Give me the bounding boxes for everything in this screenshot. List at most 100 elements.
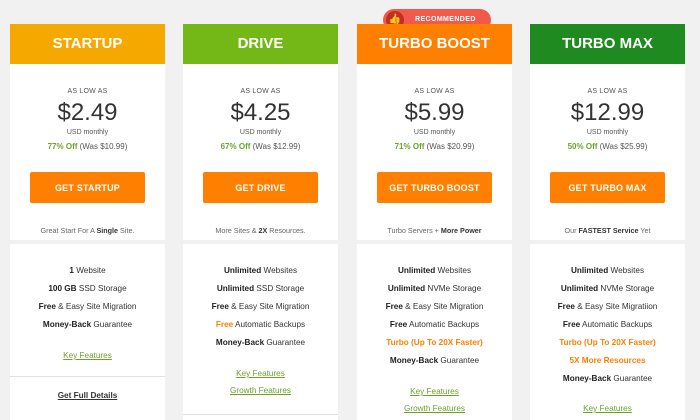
plan-features-drive: Unlimited Websites Unlimited SSD Storage… xyxy=(183,244,338,420)
was-price: (Was $25.99) xyxy=(599,142,648,151)
feature-highlight: Turbo (Up To 20X Faster) xyxy=(559,338,656,347)
tagline-bold: Single xyxy=(96,226,119,235)
growth-features-link[interactable]: Growth Features xyxy=(183,386,338,395)
discount-line: 77% Off (Was $10.99) xyxy=(10,142,165,151)
feature-item: Free Automatic Backups xyxy=(530,320,685,329)
plan-pricing: AS LOW AS $5.99 USD monthly 71% Off (Was… xyxy=(357,64,512,240)
tagline-text: More Sites & xyxy=(215,226,259,235)
plan-card-turbo-max: TURBO MAX AS LOW AS $12.99 USD monthly 5… xyxy=(530,24,685,240)
plan-card-turbo-boost: TURBO BOOST AS LOW AS $5.99 USD monthly … xyxy=(357,24,512,240)
feature-item: Unlimited Websites xyxy=(357,266,512,275)
plan-features-turbo-max: Unlimited Websites Unlimited NVMe Storag… xyxy=(530,244,685,420)
feature-text: Guarantee xyxy=(264,338,306,347)
plan-title: TURBO BOOST xyxy=(357,24,512,64)
feature-item: Money-Back Guarantee xyxy=(10,320,165,329)
tagline-text-end: Resources. xyxy=(267,226,306,235)
was-price: (Was $12.99) xyxy=(252,142,301,151)
plan-features-turbo-boost: Unlimited Websites Unlimited NVMe Storag… xyxy=(357,244,512,420)
feature-text: Automatic Backups xyxy=(233,320,306,329)
feature-text: Automatic Backups xyxy=(407,320,480,329)
tagline-bold: More Power xyxy=(440,226,482,235)
feature-text: & Easy Site Migration xyxy=(402,302,484,311)
feature-text: NVMe Storage xyxy=(425,284,482,293)
divider xyxy=(10,376,165,377)
feature-item: Free Automatic Backups xyxy=(183,320,338,329)
get-full-details-link[interactable]: Get Full Details xyxy=(10,391,165,400)
plan-pricing: AS LOW AS $12.99 USD monthly 50% Off (Wa… xyxy=(530,64,685,240)
discount-percent: 50% Off xyxy=(567,142,598,151)
feature-bold: Unlimited xyxy=(387,284,426,293)
plan-tagline: Turbo Servers + More Power xyxy=(357,226,512,235)
feature-item: Free & Easy Site Migration xyxy=(183,302,338,311)
feature-text: Website xyxy=(73,266,106,275)
plan-tagline: Our FASTEST Service Yet xyxy=(530,226,685,235)
tagline-bold: 2X xyxy=(258,226,268,235)
growth-features-link[interactable]: Growth Features xyxy=(357,404,512,413)
feature-bold: Free xyxy=(389,320,408,329)
discount-line: 50% Off (Was $25.99) xyxy=(530,142,685,151)
plan-price: $2.49 xyxy=(57,99,118,126)
plan-tagline: Great Start For A Single Site. xyxy=(10,226,165,235)
key-features-link[interactable]: Key Features xyxy=(10,351,165,360)
was-price: (Was $10.99) xyxy=(79,142,128,151)
billing-period: USD monthly xyxy=(66,129,109,136)
feature-item: Unlimited SSD Storage xyxy=(183,284,338,293)
get-startup-button[interactable]: GET STARTUP xyxy=(30,172,145,203)
discount-percent: 67% Off xyxy=(220,142,251,151)
feature-text: Automatic Backups xyxy=(580,320,653,329)
billing-period: USD monthly xyxy=(413,129,456,136)
feature-item: 5X More Resources xyxy=(530,356,685,365)
feature-text: & Easy Site Migration xyxy=(55,302,137,311)
feature-bold: Money-Back xyxy=(215,338,265,347)
discount-percent: 71% Off xyxy=(394,142,425,151)
get-drive-button[interactable]: GET DRIVE xyxy=(203,172,318,203)
feature-bold: Money-Back xyxy=(42,320,92,329)
feature-bold: 100 GB xyxy=(48,284,77,293)
feature-item: Unlimited Websites xyxy=(530,266,685,275)
feature-highlight: Free xyxy=(215,320,234,329)
as-low-as-label: AS LOW AS xyxy=(414,88,455,95)
feature-bold: Unlimited xyxy=(216,284,255,293)
feature-item: Turbo (Up To 20X Faster) xyxy=(530,338,685,347)
feature-text: Guarantee xyxy=(611,374,653,383)
plan-card-drive: DRIVE AS LOW AS $4.25 USD monthly 67% Of… xyxy=(183,24,338,240)
feature-bold: Money-Back xyxy=(389,356,439,365)
feature-text: NVMe Storage xyxy=(598,284,655,293)
feature-bold: Unlimited xyxy=(570,266,609,275)
plan-title: TURBO MAX xyxy=(530,24,685,64)
feature-text: Websites xyxy=(261,266,298,275)
feature-bold: Free xyxy=(38,302,56,311)
as-low-as-label: AS LOW AS xyxy=(67,88,108,95)
feature-item: Free & Easy Site Migration xyxy=(357,302,512,311)
feature-item: Unlimited NVMe Storage xyxy=(357,284,512,293)
discount-line: 67% Off (Was $12.99) xyxy=(183,142,338,151)
feature-bold: Money-Back xyxy=(562,374,612,383)
feature-item: Unlimited Websites xyxy=(183,266,338,275)
billing-period: USD monthly xyxy=(586,129,629,136)
tagline-text-end: Site. xyxy=(118,226,135,235)
feature-text: Guarantee xyxy=(438,356,480,365)
billing-period: USD monthly xyxy=(239,129,282,136)
feature-text: Guarantee xyxy=(91,320,133,329)
feature-item: Unlimited NVMe Storage xyxy=(530,284,685,293)
feature-item: Money-Back Guarantee xyxy=(530,374,685,383)
key-features-link[interactable]: Key Features xyxy=(357,387,512,396)
plan-tagline: More Sites & 2X Resources. xyxy=(183,226,338,235)
feature-item: Money-Back Guarantee xyxy=(357,356,512,365)
feature-item: 1 Website xyxy=(10,266,165,275)
feature-text: Websites xyxy=(608,266,645,275)
plan-price: $5.99 xyxy=(404,99,465,126)
feature-bold: Unlimited xyxy=(223,266,262,275)
tagline-text-end: Yet xyxy=(638,226,651,235)
feature-item: Free & Easy Site Migration xyxy=(10,302,165,311)
plan-price: $12.99 xyxy=(570,99,645,126)
feature-item: 100 GB SSD Storage xyxy=(10,284,165,293)
key-features-link[interactable]: Key Features xyxy=(530,404,685,413)
plan-price: $4.25 xyxy=(230,99,291,126)
key-features-link[interactable]: Key Features xyxy=(183,369,338,378)
get-turbo-boost-button[interactable]: GET TURBO BOOST xyxy=(377,172,492,203)
plan-pricing: AS LOW AS $4.25 USD monthly 67% Off (Was… xyxy=(183,64,338,240)
get-turbo-max-button[interactable]: GET TURBO MAX xyxy=(550,172,665,203)
as-low-as-label: AS LOW AS xyxy=(587,88,628,95)
feature-highlight: Turbo (Up To 20X Faster) xyxy=(386,338,483,347)
